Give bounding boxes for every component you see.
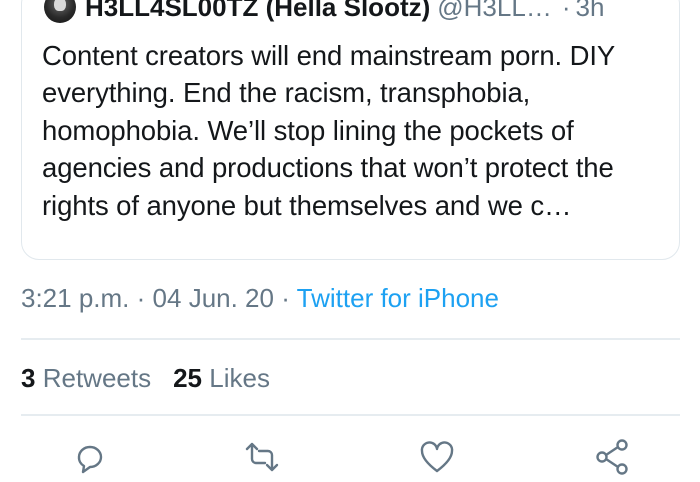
reply-icon	[77, 445, 103, 474]
reply-button[interactable]	[70, 437, 110, 474]
handle: @H3LL…	[437, 0, 552, 22]
time-ago: 3h	[575, 0, 605, 22]
heart-icon	[420, 441, 454, 473]
share-button[interactable]	[592, 437, 632, 475]
tweet-meta: 3:21 p.m. · 04 Jun. 20 · Twitter for iPh…	[21, 283, 499, 314]
divider	[21, 338, 680, 340]
meta-separator: ·	[281, 283, 290, 313]
retweets-stat[interactable]: 3 Retweets	[21, 363, 151, 393]
likes-label: Likes	[209, 363, 270, 393]
retweets-count: 3	[21, 363, 36, 393]
meta-separator: ·	[136, 283, 146, 313]
quoted-tweet-card[interactable]: H3LL4SL00TZ (Hella Slootz) @H3LL… · 3h C…	[21, 0, 680, 260]
tweet-stats: 3 Retweets 25 Likes	[21, 363, 270, 394]
retweet-icon	[245, 442, 279, 472]
tweet-time: 3:21 p.m.	[21, 283, 130, 313]
quoted-tweet-text: Content creators will end mainstream por…	[42, 40, 615, 221]
tweet-date: 04 Jun. 20	[152, 283, 274, 313]
quoted-tweet-header: H3LL4SL00TZ (Hella Slootz) @H3LL… · 3h	[44, 0, 604, 23]
display-name: H3LL4SL00TZ (Hella Slootz)	[85, 0, 431, 22]
likes-count: 25	[173, 363, 203, 393]
tweet-actions	[0, 437, 700, 475]
share-icon	[596, 439, 628, 475]
retweet-button[interactable]	[242, 437, 282, 472]
avatar[interactable]	[44, 0, 76, 23]
header-separator: ·	[561, 0, 571, 22]
like-button[interactable]	[417, 437, 457, 473]
retweets-label: Retweets	[42, 363, 152, 393]
likes-stat[interactable]: 25 Likes	[173, 363, 270, 393]
divider	[21, 414, 680, 416]
tweet-source-link[interactable]: Twitter for iPhone	[297, 283, 499, 313]
